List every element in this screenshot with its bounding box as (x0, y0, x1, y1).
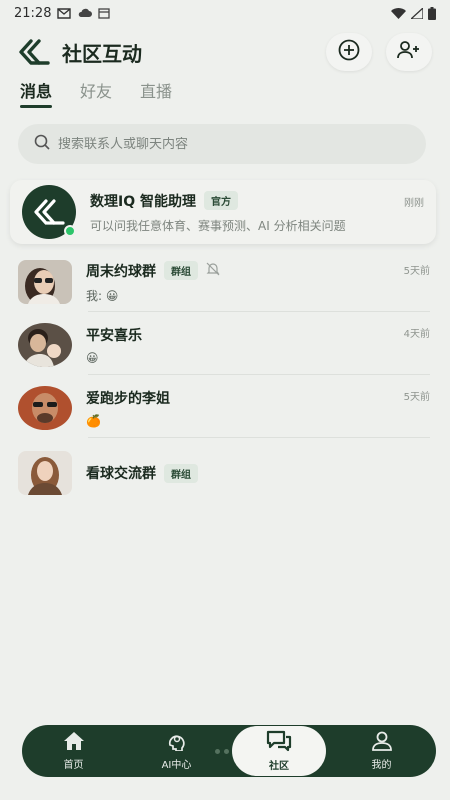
tab-live[interactable]: 直播 (140, 74, 172, 108)
battery-icon (428, 6, 436, 20)
chat-preview: 可以问我任意体育、赛事预测、AI 分析相关问题 (90, 218, 346, 233)
group-badge: 群组 (164, 261, 198, 280)
divider (88, 311, 430, 312)
avatar (18, 451, 72, 495)
chat-item-li-jie[interactable]: 爱跑步的李姐 🍊 5天前 (18, 378, 430, 438)
page-title: 社区互动 (62, 41, 142, 66)
divider (88, 437, 430, 438)
nav-community[interactable]: 社区 (232, 726, 326, 776)
chat-time: 5天前 (403, 266, 430, 277)
avatar (18, 260, 72, 304)
chat-name: 平安喜乐 (86, 328, 142, 344)
chat-preview: 我: 😀 (86, 288, 119, 303)
gmail-icon (57, 7, 72, 19)
online-indicator (64, 225, 76, 237)
official-badge: 官方 (203, 191, 238, 210)
tab-bar: 消息 好友 直播 (20, 74, 172, 108)
chat-bubbles-icon (266, 730, 292, 755)
nav-label: 首页 (63, 760, 84, 771)
chat-preview: 😀 (86, 351, 99, 365)
add-user-icon (397, 40, 421, 64)
group-badge: 群组 (164, 463, 198, 483)
brand-logo-icon (18, 36, 50, 68)
nav-ai-center[interactable]: AI中心 (125, 725, 228, 777)
avatar (18, 323, 72, 367)
chat-name: 爱跑步的李姐 (86, 391, 170, 407)
chat-name: 数理IQ 智能助理 (90, 193, 196, 210)
chat-item-weekend-group[interactable]: 周末约球群 群组 我: 😀 5天前 (18, 252, 430, 312)
nav-label: 我的 (371, 760, 392, 771)
chat-name: 看球交流群 (86, 466, 156, 482)
cloud-icon (77, 8, 93, 18)
chat-item-match-group[interactable]: 看球交流群 群组 (18, 443, 430, 503)
search-input[interactable] (58, 136, 398, 152)
divider (88, 374, 430, 375)
status-time: 21:28 (14, 5, 52, 21)
plus-circle-icon (338, 39, 360, 65)
search-icon (34, 134, 50, 154)
app-header: 社区互动 (0, 30, 450, 74)
search-bar[interactable] (18, 124, 426, 164)
brand-logo-icon (34, 199, 65, 225)
calendar-icon (98, 7, 111, 19)
status-bar: 21:28 (0, 0, 450, 26)
nav-label: AI中心 (161, 760, 192, 771)
user-icon (371, 731, 393, 754)
page-indicator (215, 749, 229, 754)
bottom-nav: 首页 AI中心 社区 我的 (22, 725, 436, 777)
tab-messages[interactable]: 消息 (20, 74, 53, 108)
ai-brain-icon (166, 731, 188, 754)
wifi-icon (391, 7, 406, 19)
add-button[interactable] (326, 33, 372, 71)
signal-icon (411, 7, 423, 19)
mute-bell-icon (206, 261, 220, 280)
home-icon (63, 731, 85, 754)
nav-home[interactable]: 首页 (22, 725, 125, 777)
avatar (18, 386, 72, 430)
assistant-avatar (22, 185, 76, 239)
chat-preview: 🍊 (86, 414, 101, 428)
add-friend-button[interactable] (386, 33, 432, 71)
chat-item-pingan[interactable]: 平安喜乐 😀 4天前 (18, 315, 430, 375)
chat-time: 刚刚 (404, 198, 424, 209)
assistant-chat-item[interactable]: 数理IQ 智能助理 官方 可以问我任意体育、赛事预测、AI 分析相关问题 刚刚 (10, 180, 436, 244)
chat-time: 4天前 (403, 329, 430, 340)
nav-profile[interactable]: 我的 (330, 725, 433, 777)
nav-label: 社区 (269, 761, 289, 772)
chat-time: 5天前 (403, 392, 430, 403)
chat-name: 周末约球群 (86, 263, 156, 280)
tab-friends[interactable]: 好友 (80, 74, 112, 108)
